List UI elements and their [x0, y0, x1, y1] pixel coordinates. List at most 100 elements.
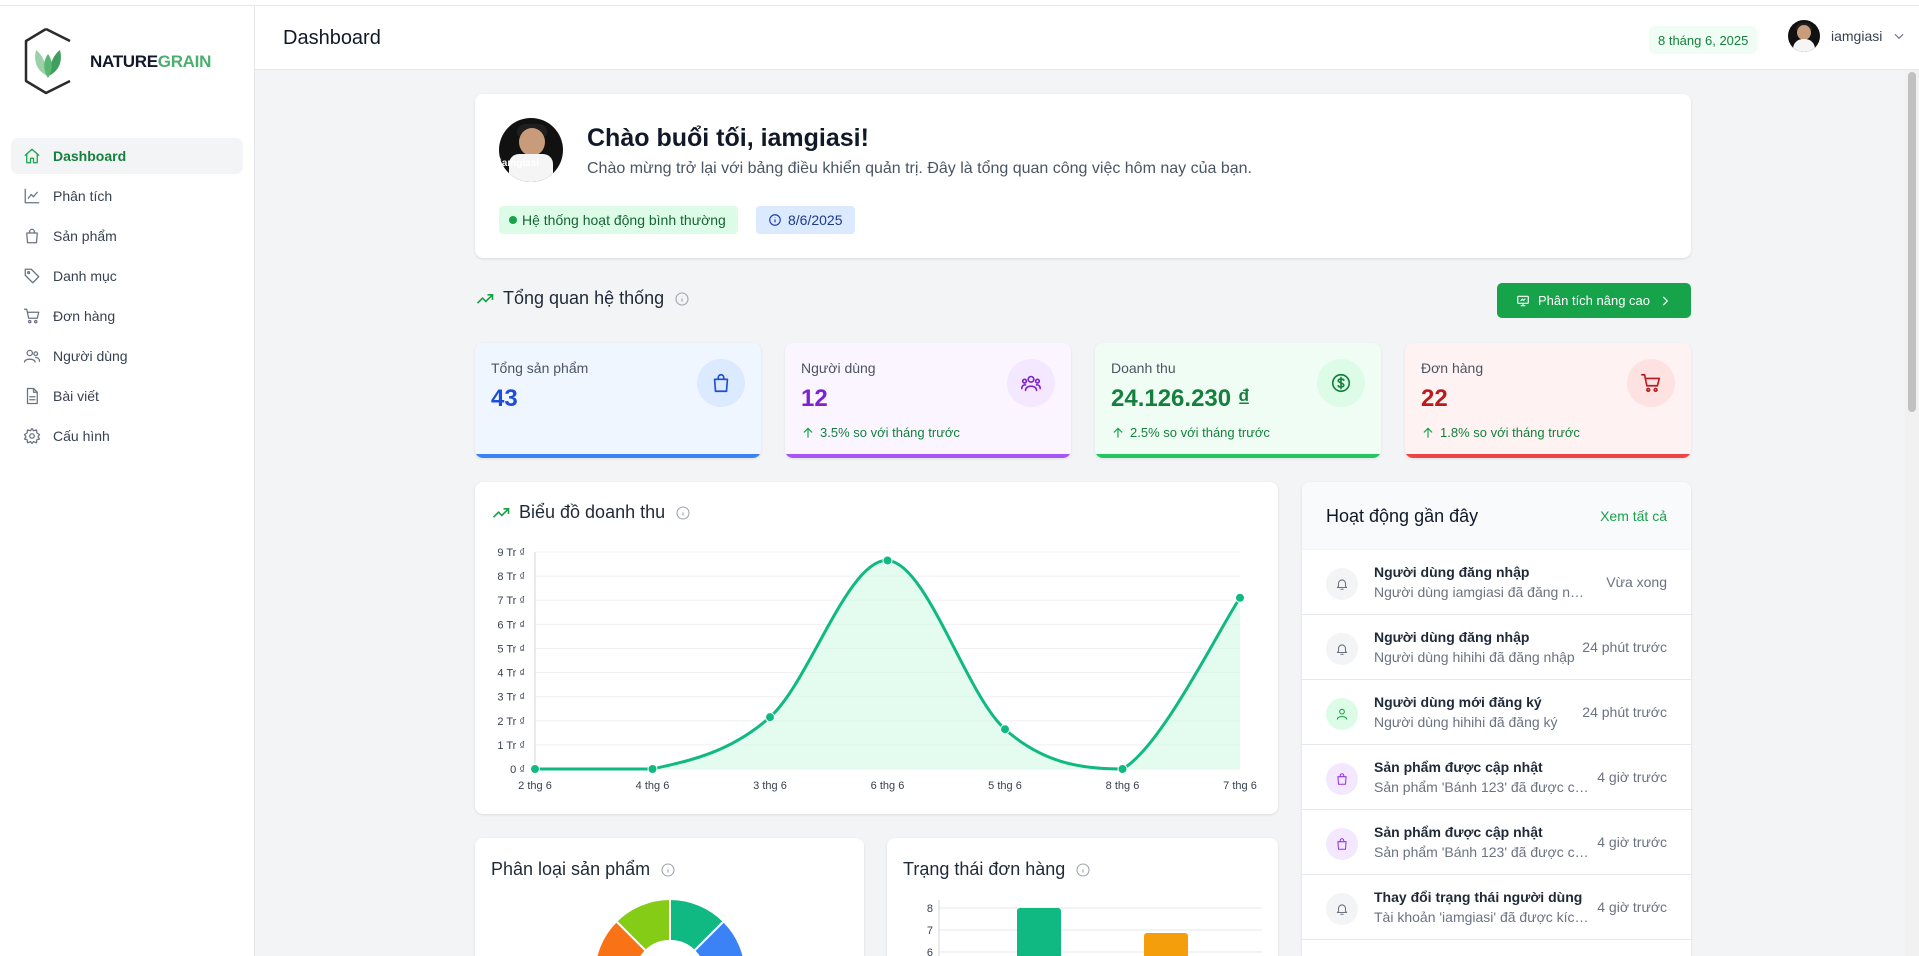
- bar-green: [1017, 908, 1061, 956]
- sidebar-item-categories[interactable]: Danh mục: [11, 258, 243, 294]
- logo-icon: [24, 27, 71, 95]
- stat-icon-wrap: [1007, 359, 1055, 407]
- activity-time: 24 phút trước: [1582, 704, 1667, 720]
- activity-item[interactable]: Người dùng đăng nhập Người dùng hihihi đã…: [1302, 615, 1691, 680]
- data-point[interactable]: [882, 555, 893, 566]
- data-point[interactable]: [1235, 592, 1245, 603]
- sidebar-item-label: Danh mục: [53, 268, 117, 284]
- shopping-bag-icon: [26, 228, 38, 244]
- activity-item[interactable]: Người dùng mới đăng ký Người dùng hihihi …: [1302, 680, 1691, 745]
- overview-title-text: Tổng quan hệ thống: [503, 288, 665, 308]
- stat-change-text: 2.5% so với tháng trước: [1130, 425, 1270, 440]
- activity-item[interactable]: Người dùng đăng nhập Người dùng iamgiasi …: [1302, 550, 1691, 615]
- advanced-analytics-button[interactable]: Phân tích nâng cao: [1497, 283, 1691, 318]
- y-tick: 8: [927, 903, 933, 915]
- welcome-card: iamgiasi Chào buổi tối, iamgiasi! Chào m…: [475, 94, 1691, 258]
- sidebar: NATUREGRAIN Dashboard Phân tích Sản phẩm…: [0, 6, 255, 956]
- activity-title: Thay đổi trạng thái người dùng: [1374, 889, 1583, 905]
- stat-card-users[interactable]: Người dùng 12 3.5% so với tháng trước: [785, 343, 1071, 458]
- avatar-caption: iamgiasi: [499, 158, 540, 169]
- sidebar-item-analytics[interactable]: Phân tích: [11, 178, 243, 214]
- logo[interactable]: NATUREGRAIN: [24, 26, 211, 98]
- sidebar-item-label: Sản phẩm: [53, 228, 117, 244]
- sidebar-item-users[interactable]: Người dùng: [11, 338, 243, 374]
- y-tick-label: 9 Tr ₫: [497, 547, 525, 559]
- bell-icon: [1336, 904, 1348, 915]
- activity-desc: Sản phẩm 'Bánh 123' đã được cập nhật: [1374, 844, 1590, 860]
- chevron-down-icon: [1894, 33, 1904, 40]
- system-status-badge: Hệ thống hoạt động bình thường: [499, 206, 738, 234]
- activity-title: Hoạt động gần đây: [1326, 506, 1479, 526]
- activity-time: 24 phút trước: [1582, 639, 1667, 655]
- activity-item[interactable]: Sản phẩm được cập nhật Sản phẩm 'Bánh 123…: [1302, 745, 1691, 810]
- stat-value: 12: [801, 385, 828, 412]
- activity-time: 4 giờ trước: [1597, 834, 1667, 850]
- stat-accent-bar: [1405, 454, 1691, 458]
- y-tick-label: 5 Tr ₫: [497, 643, 525, 655]
- y-tick-label: 0 ₫: [510, 764, 525, 776]
- page-title: Dashboard: [283, 27, 381, 49]
- sidebar-item-label: Cấu hình: [53, 428, 110, 444]
- info-icon: [769, 214, 781, 226]
- bell-icon: [1336, 579, 1348, 590]
- brand-name: NATUREGRAIN: [90, 52, 212, 71]
- document-icon: [26, 387, 38, 405]
- stat-icon-wrap: [1317, 359, 1365, 407]
- user-menu[interactable]: iamgiasi: [1788, 20, 1906, 52]
- x-tick-label: 7 thg 6: [1223, 780, 1257, 792]
- arrow-up-icon: [1423, 427, 1433, 438]
- x-tick-label: 3 thg 6: [753, 780, 787, 792]
- sidebar-item-products[interactable]: Sản phẩm: [11, 218, 243, 254]
- category-donut-chart[interactable]: [475, 838, 864, 956]
- presentation-chart-icon: [1517, 295, 1529, 306]
- activity-icon-wrap: [1326, 828, 1358, 860]
- data-point[interactable]: [647, 764, 658, 774]
- data-point[interactable]: [1117, 764, 1128, 774]
- y-tick-label: 8 Tr ₫: [497, 571, 525, 583]
- sidebar-item-label: Người dùng: [53, 348, 128, 364]
- data-point[interactable]: [1000, 724, 1010, 735]
- stat-accent-bar: [785, 454, 1071, 458]
- scrollbar-thumb[interactable]: [1908, 72, 1916, 412]
- activity-desc: Tài khoản 'iamgiasi' đã được kích hoạt: [1374, 909, 1590, 925]
- users-icon: [1021, 375, 1041, 392]
- stat-card-orders[interactable]: Đơn hàng 22 1.8% so với tháng trước: [1405, 343, 1691, 458]
- top-header: Dashboard 8 tháng 6, 2025 iamgiasi: [255, 6, 1919, 70]
- activity-item[interactable]: Sản phẩm được cập nhật Sản phẩm 'Bánh 123…: [1302, 810, 1691, 875]
- info-icon[interactable]: [674, 291, 690, 307]
- sidebar-item-label: Dashboard: [53, 148, 127, 164]
- stat-card-revenue[interactable]: Doanh thu 24.126.230 ₫ 2.5% so với tháng…: [1095, 343, 1381, 458]
- x-tick-label: 5 thg 6: [988, 780, 1022, 792]
- page-scrollbar[interactable]: [1905, 70, 1919, 956]
- data-point[interactable]: [530, 764, 540, 774]
- sidebar-item-orders[interactable]: Đơn hàng: [11, 298, 243, 334]
- users-icon: [23, 349, 41, 363]
- shopping-bag-icon: [1337, 838, 1347, 850]
- activity-list: Người dùng đăng nhập Người dùng iamgiasi …: [1302, 550, 1691, 940]
- sidebar-nav: Dashboard Phân tích Sản phẩm Danh mục Đơ…: [11, 138, 243, 458]
- sidebar-item-posts[interactable]: Bài viết: [11, 378, 243, 414]
- data-point[interactable]: [765, 712, 775, 723]
- view-all-link[interactable]: Xem tất cả: [1600, 508, 1667, 524]
- chart-line-icon: [24, 188, 40, 204]
- info-icon[interactable]: [675, 505, 691, 521]
- y-tick: 6: [927, 947, 933, 956]
- stat-value: 24.126.230 ₫: [1111, 385, 1251, 412]
- stat-label: Người dùng: [801, 360, 876, 376]
- activity-desc: Người dùng hihihi đã đăng ký: [1374, 714, 1558, 730]
- stat-card-products[interactable]: Tổng sản phẩm 43: [475, 343, 761, 458]
- y-tick: 7: [927, 925, 933, 937]
- sidebar-item-settings[interactable]: Cấu hình: [11, 418, 243, 454]
- dollar-icon: [1331, 373, 1351, 393]
- header-date-chip: 8 tháng 6, 2025: [1649, 26, 1758, 54]
- stat-value: 43: [491, 385, 518, 412]
- activity-item[interactable]: Thay đổi trạng thái người dùng Tài khoản …: [1302, 875, 1691, 940]
- order-status-chart-card: Trạng thái đơn hàng 8 7 6: [887, 838, 1278, 956]
- revenue-chart[interactable]: 0 ₫ 1 Tr ₫ 2 Tr ₫ 3 Tr ₫ 4 Tr ₫ 5 Tr ₫ 6 Tr ₫ 7…: [475, 482, 1278, 814]
- overview-title: Tổng quan hệ thống: [475, 288, 690, 309]
- stat-label: Đơn hàng: [1421, 360, 1484, 376]
- order-status-bar-chart[interactable]: 8 7 6: [887, 838, 1278, 956]
- sidebar-item-dashboard[interactable]: Dashboard: [11, 138, 243, 174]
- activity-desc: Người dùng iamgiasi đã đăng nhập: [1374, 584, 1590, 600]
- gear-icon: [23, 427, 41, 445]
